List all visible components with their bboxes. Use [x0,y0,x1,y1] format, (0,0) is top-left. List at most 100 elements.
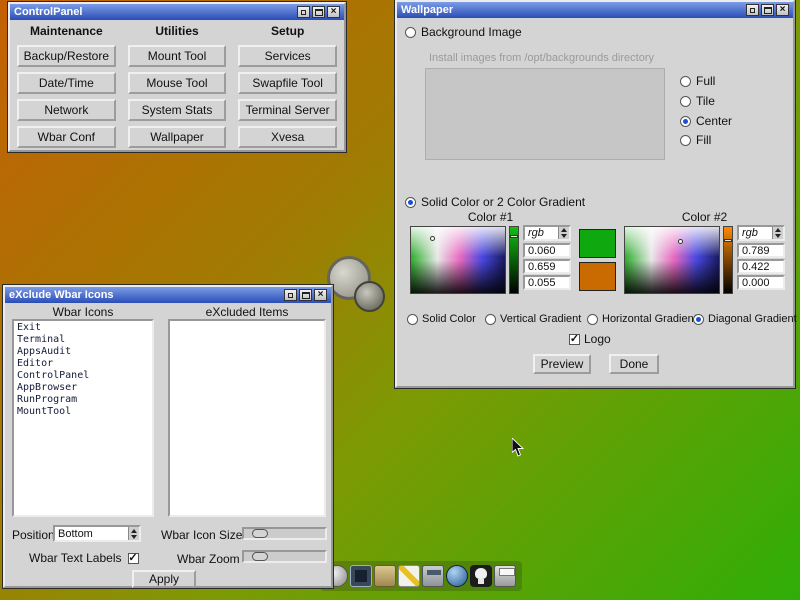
control-panel-titlebar[interactable]: ControlPanel × [10,4,344,20]
list-item[interactable]: Editor [17,358,149,370]
window-wbar-conf: eXclude Wbar Icons × Wbar Icons eXcluded… [3,285,333,588]
list-item[interactable]: AppsAudit [17,346,149,358]
wbar-conf-titlebar[interactable]: eXclude Wbar Icons × [5,287,331,303]
color2-value-marker [724,239,732,242]
control-panel-icon[interactable] [422,565,444,587]
gradient-radio-horizontal[interactable]: Horizontal Gradient [587,313,697,325]
spinner-arrows-icon[interactable] [772,227,783,239]
network-button[interactable]: Network [17,99,116,121]
gradient-label: Vertical Gradient [500,313,581,325]
wallpaper-titlebar[interactable]: Wallpaper × [397,2,793,18]
list-item[interactable]: AppBrowser [17,382,149,394]
wbar-icon-size-label: Wbar Icon Size [161,528,242,542]
apply-button[interactable]: Apply [132,570,196,588]
placement-radio-full[interactable]: Full [680,74,715,88]
spinner-arrows-icon[interactable] [128,527,139,540]
list-item[interactable]: RunProgram [17,394,149,406]
radio-icon [680,76,691,87]
wbar-text-labels-checkbox[interactable] [128,553,139,564]
color2-g-input[interactable]: 0.422 [737,259,785,274]
color2-swatch [579,262,616,291]
slider-handle[interactable] [252,529,268,538]
close-icon: × [780,5,786,15]
backup-restore-button[interactable]: Backup/Restore [17,45,116,67]
terminal-icon[interactable] [350,565,372,587]
wbar-text-labels-label: Wbar Text Labels [29,551,122,565]
wbar-icons-list[interactable]: Exit Terminal AppsAudit Editor ControlPa… [12,319,154,517]
editor-icon[interactable] [398,565,420,587]
iconify-button[interactable] [746,4,759,16]
gradient-radio-solid[interactable]: Solid Color [407,313,476,325]
placement-radio-tile[interactable]: Tile [680,94,715,108]
close-button[interactable]: × [776,4,789,16]
wallpaper-button[interactable]: Wallpaper [128,126,227,148]
placement-radio-center[interactable]: Center [680,114,732,128]
gradient-radio-diagonal[interactable]: Diagonal Gradient [693,313,797,325]
color1-mode-dropdown[interactable]: rgb [523,225,571,241]
wbar-conf-button[interactable]: Wbar Conf [17,126,116,148]
wbar-zoom-label: Wbar Zoom [177,552,240,566]
close-button[interactable]: × [314,289,327,301]
radio-icon [680,135,691,146]
placement-label: Full [696,74,715,88]
close-button[interactable]: × [327,6,340,18]
color2-r-input[interactable]: 0.789 [737,243,785,258]
spinner-arrows-icon[interactable] [558,227,569,239]
swapfile-tool-button[interactable]: Swapfile Tool [238,72,337,94]
wbar-icon-size-slider[interactable] [242,527,327,540]
mount-tool-icon[interactable] [494,565,516,587]
maximize-icon [302,292,310,299]
apps-audit-icon[interactable] [374,565,396,587]
close-icon: × [331,7,337,17]
color1-picker-field[interactable] [410,226,506,294]
run-program-icon[interactable] [470,565,492,587]
maximize-button[interactable] [761,4,774,16]
excluded-items-list[interactable] [168,319,326,517]
maximize-button[interactable] [312,6,325,18]
preview-button[interactable]: Preview [533,354,591,374]
xvesa-button[interactable]: Xvesa [238,126,337,148]
color1-r-input[interactable]: 0.060 [523,243,571,258]
services-button[interactable]: Services [238,45,337,67]
list-item[interactable]: Exit [17,322,149,334]
gradient-label: Solid Color [422,313,476,325]
color2-value-slider[interactable] [723,226,733,294]
mouse-tool-button[interactable]: Mouse Tool [128,72,227,94]
color1-b-input[interactable]: 0.055 [523,275,571,290]
wbar-zoom-slider[interactable] [242,550,327,563]
placement-radio-fill[interactable]: Fill [680,133,711,147]
desktop-background: ControlPanel × Maintenance Backup/Restor… [0,0,800,600]
color2-b-input[interactable]: 0.000 [737,275,785,290]
wbar-text-labels-row[interactable]: Wbar Text Labels [29,551,139,565]
logo-checkbox[interactable] [569,334,580,345]
iconify-icon [288,293,293,298]
logo-checkbox-row[interactable]: Logo [569,332,611,346]
list-item[interactable]: MountTool [17,406,149,418]
position-dropdown[interactable]: Bottom [53,525,141,542]
mount-tool-button[interactable]: Mount Tool [128,45,227,67]
solid-gradient-radio[interactable]: Solid Color or 2 Color Gradient [405,195,585,209]
color1-g-input[interactable]: 0.659 [523,259,571,274]
system-stats-button[interactable]: System Stats [128,99,227,121]
iconify-button[interactable] [297,6,310,18]
iconify-button[interactable] [284,289,297,301]
gradient-radio-vertical[interactable]: Vertical Gradient [485,313,581,325]
gradient-label: Horizontal Gradient [602,313,697,325]
background-image-radio[interactable]: Background Image [405,25,522,39]
color2-mode-dropdown[interactable]: rgb [737,225,785,241]
date-time-button[interactable]: Date/Time [17,72,116,94]
list-item[interactable]: ControlPanel [17,370,149,382]
done-button[interactable]: Done [609,354,659,374]
position-value: Bottom [58,528,93,540]
list-item[interactable]: Terminal [17,334,149,346]
slider-handle[interactable] [252,552,268,561]
color1-value-slider[interactable] [509,226,519,294]
logo-disc [354,281,385,312]
color1-label: Color #1 [410,210,571,224]
app-browser-icon[interactable] [446,565,468,587]
window-title: eXclude Wbar Icons [9,289,114,301]
tinycore-logo-icon [327,256,399,318]
maximize-button[interactable] [299,289,312,301]
color2-picker-field[interactable] [624,226,720,294]
terminal-server-button[interactable]: Terminal Server [238,99,337,121]
